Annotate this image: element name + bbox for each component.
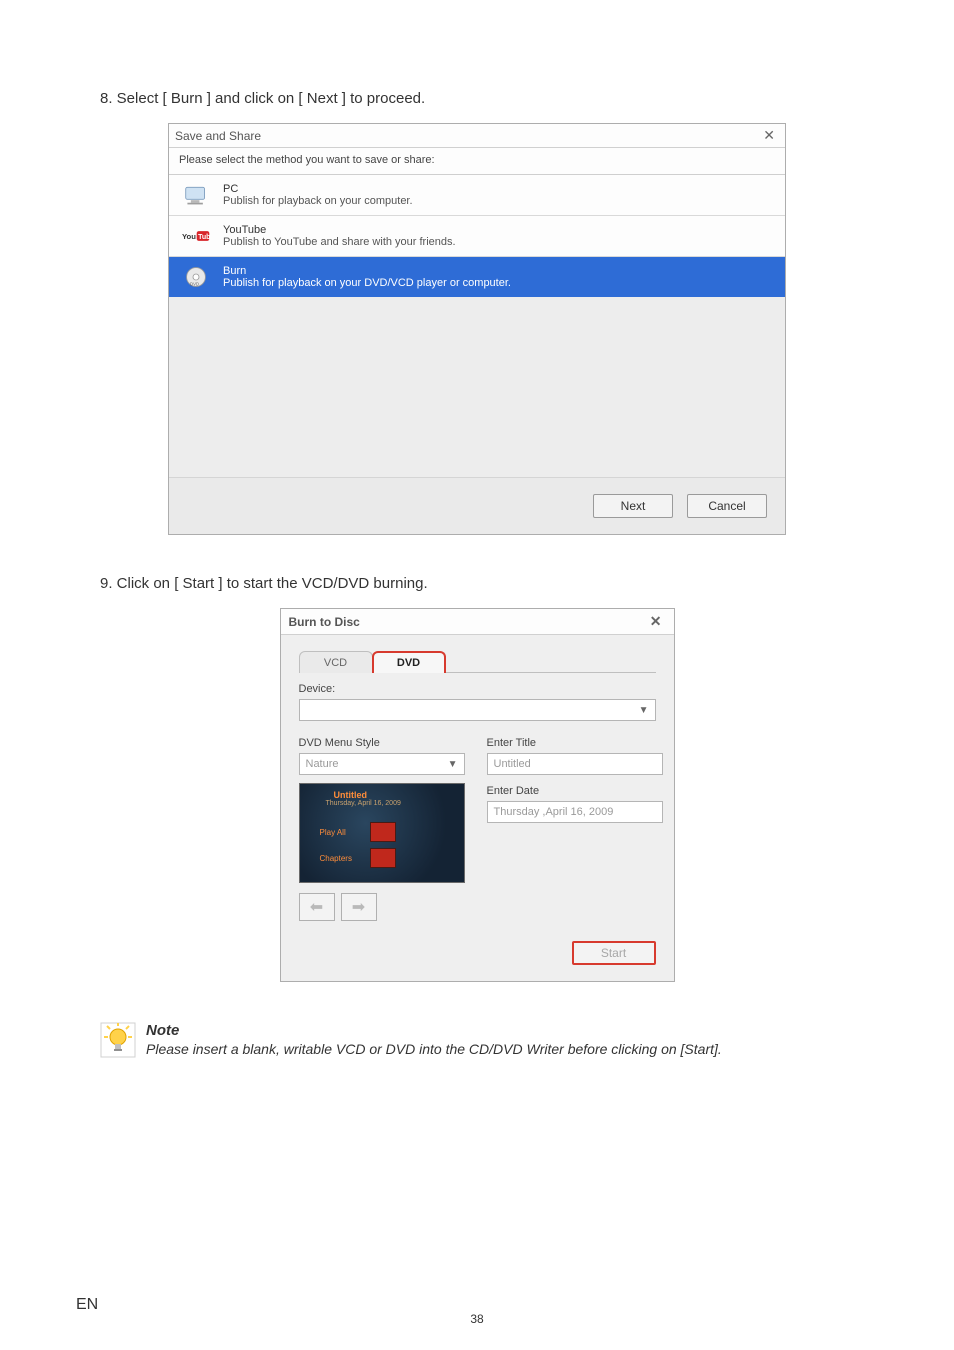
- option-youtube-title: YouTube: [223, 224, 456, 236]
- date-input[interactable]: Thursday ,April 16, 2009: [487, 801, 663, 823]
- prev-style-button[interactable]: ⬅: [299, 893, 335, 921]
- chevron-down-icon: ▼: [448, 759, 458, 770]
- burn-to-disc-dialog: Burn to Disc ✕ VCD DVD Device: ▼ DVD Men…: [280, 608, 675, 982]
- svg-text:DVD: DVD: [190, 282, 199, 287]
- next-style-button[interactable]: ➡: [341, 893, 377, 921]
- dialog1-button-row: Next Cancel: [169, 477, 785, 534]
- option-burn-desc: Publish for playback on your DVD/VCD pla…: [223, 277, 511, 289]
- disc-icon: DVD: [179, 263, 213, 291]
- tab-dvd[interactable]: DVD: [372, 651, 446, 673]
- dvd-menu-style-select[interactable]: Nature ▼: [299, 753, 465, 775]
- arrow-right-icon: ➡: [352, 897, 365, 917]
- device-select[interactable]: ▼: [299, 699, 656, 721]
- dialog1-subtitle: Please select the method you want to sav…: [169, 148, 785, 175]
- svg-text:Tube: Tube: [198, 234, 210, 241]
- dvd-menu-style-value: Nature: [306, 758, 339, 770]
- footer-lang: EN: [76, 1296, 98, 1314]
- dialog2-button-row: Start: [281, 921, 674, 981]
- option-youtube[interactable]: YouTube YouTube Publish to YouTube and s…: [169, 216, 785, 257]
- title-input[interactable]: Untitled: [487, 753, 663, 775]
- youtube-icon: YouTube: [179, 222, 213, 250]
- dialog2-titlebar: Burn to Disc ✕: [281, 609, 674, 635]
- next-button[interactable]: Next: [593, 494, 673, 518]
- pc-icon: [179, 181, 213, 209]
- preview-date: Thursday, April 16, 2009: [326, 800, 401, 807]
- option-pc[interactable]: PC Publish for playback on your computer…: [169, 175, 785, 216]
- option-pc-desc: Publish for playback on your computer.: [223, 195, 413, 207]
- option-pc-title: PC: [223, 183, 413, 195]
- close-icon[interactable]: ✕: [759, 127, 779, 144]
- device-label: Device:: [299, 683, 656, 695]
- note-body: Please insert a blank, writable VCD or D…: [146, 1041, 722, 1057]
- share-options-list: PC Publish for playback on your computer…: [169, 175, 785, 297]
- disc-format-tabs: VCD DVD: [299, 651, 656, 673]
- preview-play-all: Play All: [320, 828, 346, 837]
- preview-thumb-1: [370, 822, 396, 842]
- step-9-text: 9. Click on [ Start ] to start the VCD/D…: [100, 575, 854, 592]
- note-block: Note Please insert a blank, writable VCD…: [100, 1022, 854, 1058]
- save-and-share-dialog: Save and Share ✕ Please select the metho…: [168, 123, 786, 535]
- dialog2-title: Burn to Disc: [289, 615, 360, 629]
- dvd-menu-style-label: DVD Menu Style: [299, 737, 465, 749]
- option-burn[interactable]: DVD Burn Publish for playback on your DV…: [169, 257, 785, 297]
- note-title: Note: [146, 1022, 722, 1039]
- cancel-button[interactable]: Cancel: [687, 494, 767, 518]
- start-button[interactable]: Start: [572, 941, 656, 965]
- dialog1-empty-area: [169, 297, 785, 477]
- step-8-text: 8. Select [ Burn ] and click on [ Next ]…: [100, 90, 854, 107]
- dvd-menu-preview: Untitled Thursday, April 16, 2009 Play A…: [299, 783, 465, 883]
- dialog1-title: Save and Share: [175, 129, 261, 143]
- close-icon[interactable]: ✕: [646, 613, 666, 630]
- enter-date-label: Enter Date: [487, 785, 663, 797]
- option-burn-title: Burn: [223, 265, 511, 277]
- preview-thumb-2: [370, 848, 396, 868]
- preview-title: Untitled: [334, 790, 368, 800]
- preview-chapters: Chapters: [320, 854, 352, 863]
- dialog1-titlebar: Save and Share ✕: [169, 124, 785, 148]
- chevron-down-icon: ▼: [639, 705, 649, 716]
- footer-page-number: 38: [470, 1312, 483, 1326]
- option-youtube-desc: Publish to YouTube and share with your f…: [223, 236, 456, 248]
- svg-text:You: You: [182, 232, 196, 241]
- enter-title-label: Enter Title: [487, 737, 663, 749]
- tab-vcd[interactable]: VCD: [299, 651, 373, 673]
- lightbulb-icon: [100, 1022, 136, 1058]
- arrow-left-icon: ⬅: [310, 897, 323, 917]
